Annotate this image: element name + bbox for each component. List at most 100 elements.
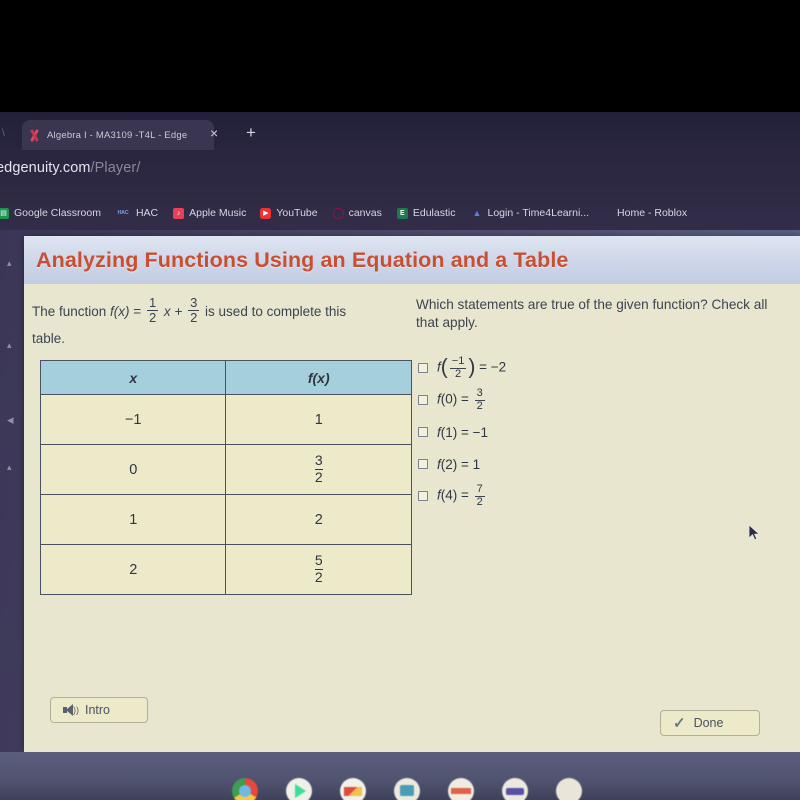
rail-arrow-icon: ▴ [7, 258, 12, 268]
cell-fx: 1 [225, 394, 412, 445]
play-store-icon[interactable] [286, 778, 312, 800]
done-button-label: Done [693, 716, 724, 730]
bookmark-roblox[interactable]: Home - Roblox [617, 207, 687, 219]
rail-arrow-icon: ▴ [7, 462, 12, 472]
url-path: /Player/ [90, 160, 141, 176]
intro-button[interactable]: )) Intro [50, 697, 148, 723]
bookmark-time4learning[interactable]: ▲ Login - Time4Learni... [471, 207, 590, 219]
docs-icon[interactable] [394, 778, 420, 800]
table-row: 0 3 2 [39, 444, 412, 495]
chrome-icon[interactable] [232, 778, 258, 800]
right-column: Which statements are true of the given f… [416, 296, 792, 507]
left-column: The function f(x) = 12 x + 32 is used to… [32, 295, 412, 595]
bookmark-apple-music[interactable]: ♪ Apple Music [173, 207, 246, 219]
cell-fx: 3 2 [225, 444, 412, 495]
fraction: −1 2 [449, 355, 467, 380]
rail-arrow-icon: ◂ [7, 412, 14, 427]
fraction: 72 [474, 483, 485, 508]
fraction: 3 2 [314, 452, 323, 485]
checkbox-option-1[interactable] [418, 363, 428, 373]
app-icon[interactable] [502, 778, 528, 800]
option-1[interactable]: f(−1 2) = −2 [418, 352, 778, 384]
bookmark-label: Apple Music [189, 207, 247, 219]
rail-arrow-icon: ▴ [7, 340, 12, 350]
prompt-equals: = [129, 304, 145, 320]
screenshot-root: \ Algebra I - MA3109 -T4L - Edge × + edg… [0, 0, 800, 800]
bookmark-youtube[interactable]: ▶ YouTube [260, 207, 318, 219]
bookmark-canvas[interactable]: canvas [332, 207, 382, 219]
cell-x: −1 [39, 394, 227, 445]
tab-title: Algebra I - MA3109 -T4L - Edge [47, 129, 188, 141]
cell-x: 1 [39, 494, 227, 545]
chromeos-shelf [0, 752, 800, 800]
speaker-icon: )) [63, 704, 79, 716]
option-5[interactable]: f(4) = 72 [418, 480, 778, 512]
option-5-label: f(4) = 72 [437, 483, 485, 508]
answer-options-list: f(−1 2) = −2 f(0) = 32 f(1) = −1 f(2) =… [418, 352, 778, 512]
bookmark-google-classroom[interactable]: ▤ Google Classroom [0, 207, 101, 219]
app-icon[interactable] [448, 778, 474, 800]
table-header-row: x f(x) [39, 360, 412, 395]
bookmark-label: Home - Roblox [617, 207, 688, 219]
cell-x: 0 [39, 444, 227, 495]
constant-fraction: 32 [188, 295, 200, 325]
checkmark-icon: ✓ [673, 715, 686, 732]
option-3[interactable]: f(1) = −1 [418, 416, 778, 448]
close-icon[interactable]: × [210, 126, 218, 140]
cell-fx: 5 2 [225, 544, 412, 595]
address-bar[interactable]: edgenuity.com/Player/ [0, 160, 141, 176]
browser-viewport: Analyzing Functions Using an Equation an… [0, 230, 800, 752]
checkbox-option-5[interactable] [418, 491, 428, 501]
option-2-label: f(0) = 32 [437, 387, 485, 412]
option-1-label: f(−1 2) = −2 [437, 355, 507, 380]
prompt-variable: x + [160, 304, 187, 320]
tab-overflow-dots: \ [2, 128, 5, 139]
coefficient-fraction: 12 [146, 295, 159, 325]
mouse-cursor [748, 524, 760, 541]
question-text: Which statements are true of the given f… [416, 297, 768, 330]
bookmark-hac[interactable]: HAC HAC [115, 207, 158, 219]
prompt-after: is used to complete this [201, 304, 347, 320]
page-title: Analyzing Functions Using an Equation an… [36, 247, 569, 272]
cell-x: 2 [39, 544, 227, 595]
youtube-icon: ▶ [260, 207, 272, 219]
intro-button-label: Intro [85, 703, 111, 717]
photo-black-border-top [0, 0, 800, 118]
bookmark-edulastic[interactable]: E Edulastic [396, 207, 455, 219]
google-classroom-icon: ▤ [0, 207, 9, 219]
edgenuity-logo-icon [28, 129, 41, 142]
bookmarks-bar: ▤ Google Classroom HAC HAC ♪ Apple Music… [0, 196, 800, 230]
option-4[interactable]: f(2) = 1 [418, 448, 778, 480]
new-tab-button[interactable]: + [246, 124, 256, 141]
time4learning-icon: ▲ [472, 208, 482, 218]
lesson-panel: Analyzing Functions Using an Equation an… [24, 236, 800, 752]
column-header-fx: f(x) [225, 360, 412, 395]
browser-tab-algebra[interactable]: Algebra I - MA3109 -T4L - Edge [22, 120, 214, 150]
tab-strip: \ Algebra I - MA3109 -T4L - Edge × + [0, 114, 800, 150]
gmail-icon[interactable] [340, 778, 366, 800]
address-bar-row: edgenuity.com/Player/ [0, 154, 800, 188]
checkbox-option-4[interactable] [418, 459, 428, 469]
app-icon[interactable] [556, 778, 582, 800]
option-3-label: f(1) = −1 [437, 424, 489, 440]
prompt-before: The function [32, 304, 111, 320]
left-rail: ▴ ▴ ◂ ▴ [0, 230, 24, 752]
fraction: 32 [474, 387, 485, 412]
canvas-icon [332, 207, 344, 219]
column-header-x: x [39, 360, 227, 395]
table-row: 2 5 2 [39, 544, 412, 595]
prompt-line2: table. [32, 331, 66, 347]
lesson-title-banner: Analyzing Functions Using an Equation an… [24, 236, 800, 284]
shelf-app-icons [232, 778, 582, 800]
table-row: −1 1 [39, 394, 412, 445]
lesson-content: The function f(x) = 12 x + 32 is used to… [24, 284, 800, 752]
cell-fx: 2 [225, 494, 412, 545]
browser-chrome: \ Algebra I - MA3109 -T4L - Edge × + edg… [0, 112, 800, 232]
done-button[interactable]: ✓ Done [660, 710, 760, 736]
checkbox-option-2[interactable] [418, 395, 428, 405]
bookmark-label: canvas [348, 207, 382, 219]
checkbox-option-3[interactable] [418, 427, 428, 437]
option-2[interactable]: f(0) = 32 [418, 384, 778, 416]
bookmark-label: Login - Time4Learni... [487, 207, 590, 219]
bookmark-label: HAC [135, 207, 159, 219]
